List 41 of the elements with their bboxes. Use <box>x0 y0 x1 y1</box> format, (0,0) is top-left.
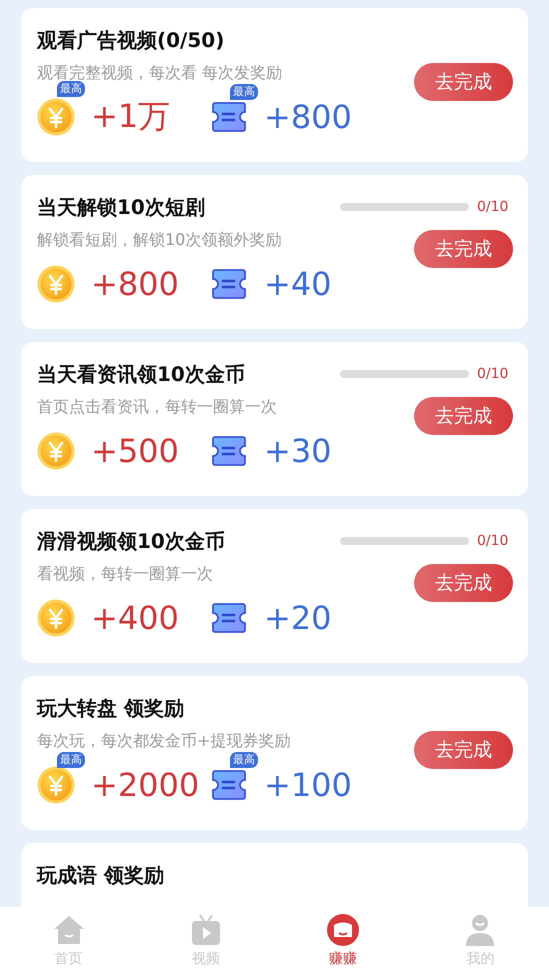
task-title: 滑滑视频领10次金币 <box>37 528 226 554</box>
reward-amount: +100 <box>264 766 352 804</box>
reward-amount: +40 <box>264 265 332 303</box>
badge: 最高 <box>230 84 258 100</box>
coin-icon <box>37 265 75 303</box>
task-title: 当天看资讯领10次金币 <box>37 360 246 388</box>
task-description: 看视频，每转一圈算一次 <box>37 564 213 584</box>
home-icon <box>52 913 86 947</box>
reward-amount: +800 <box>91 265 179 303</box>
reward-amount: +800 <box>264 98 352 136</box>
task-description: 观看完整视频，每次看 每次发奖励 <box>37 62 282 82</box>
reward-amount: +500 <box>91 432 179 470</box>
progress-text: 0/10 <box>477 533 510 549</box>
coin-icon <box>37 98 75 136</box>
reward-amount: +400 <box>91 599 179 637</box>
task-title: 玩大转盘 领奖励 <box>37 694 185 722</box>
task-description: 首页点击看资讯，每转一圈算一次 <box>37 396 277 418</box>
complete-button[interactable]: 去完成 <box>414 230 513 268</box>
coin-icon <box>37 766 75 804</box>
task-title: 观看广告视频(0/50) <box>37 26 226 54</box>
complete-button[interactable]: 去完成 <box>414 63 513 101</box>
coin-icon <box>37 599 75 637</box>
complete-button[interactable]: 去完成 <box>414 731 513 769</box>
reward-amount: +1万 <box>91 96 170 137</box>
complete-button[interactable]: 去完成 <box>414 564 513 602</box>
badge: 最高 <box>230 752 258 768</box>
task-title: 当天解锁10次短剧 <box>37 194 206 220</box>
badge: 最高 <box>57 81 85 97</box>
task-title: 玩成语 领奖励 <box>37 862 165 888</box>
progress-text: 0/10 <box>477 199 510 215</box>
coin-icon <box>37 432 75 470</box>
reward-amount: +2000 <box>91 766 200 804</box>
task-description: 每次玩，每次都发金币+提现券奖励 <box>37 730 290 752</box>
complete-button[interactable]: 去完成 <box>414 397 513 435</box>
badge: 最高 <box>57 752 85 768</box>
reward-amount: +30 <box>264 432 332 470</box>
tab[interactable]: 赚赚 <box>274 907 412 977</box>
bag-icon <box>326 913 360 947</box>
progress-text: 0/10 <box>477 366 510 382</box>
reward-amount: +20 <box>264 599 332 637</box>
task-description: 解锁看短剧，解锁10次领额外奖励 <box>37 230 282 250</box>
